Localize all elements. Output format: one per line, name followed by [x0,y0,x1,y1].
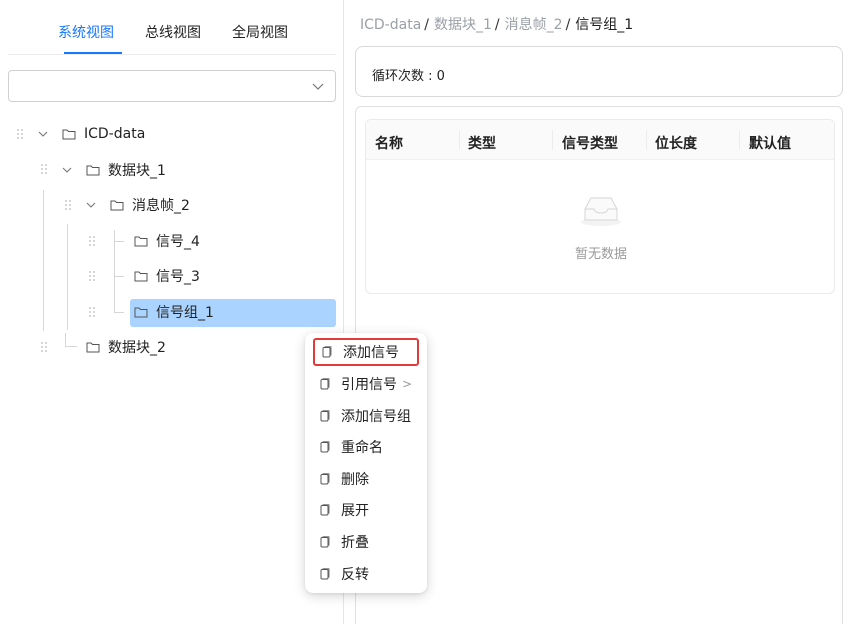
tree-node-message-frame-2[interactable]: 消息帧_2 [110,192,190,218]
folder-icon [86,165,100,176]
breadcrumb: ICD-data / 数据块_1/消息帧_2/信号组_1 [360,14,633,34]
tree-node-label: 信号_3 [156,269,200,285]
drag-handle-icon[interactable] [40,341,48,353]
folder-icon [134,236,148,247]
tree-node-signal-group-1[interactable]: 信号组_1 [134,299,214,325]
tab-system-view[interactable]: 系统视图 [58,22,114,42]
column-divider [739,130,740,150]
tab-bus-view[interactable]: 总线视图 [145,22,201,42]
copy-icon [320,568,330,580]
tree-guide-line [65,346,77,347]
active-tab-indicator [64,52,122,54]
tree-guide-line [65,333,66,346]
menu-item-add-signal[interactable]: 添加信号 [313,338,419,366]
tree-select[interactable] [8,70,336,102]
tree-guide-line [114,312,124,313]
submenu-arrow-icon: > [402,377,413,391]
menu-item-label: 删除 [341,472,369,488]
tree-guide-line [43,190,44,331]
loop-count-label: 循环次数 : 0 [372,69,445,84]
copy-icon [320,441,330,453]
drag-handle-icon[interactable] [88,270,96,282]
folder-icon [86,342,100,353]
chevron-down-icon[interactable] [85,199,97,211]
drag-handle-icon[interactable] [88,235,96,247]
copy-icon [320,504,330,516]
tree-node-signal-3[interactable]: 信号_3 [134,263,200,289]
menu-item-label: 折叠 [341,535,369,551]
copy-icon [320,378,330,390]
context-menu: 添加信号 引用信号 > 添加信号组 重命名 删除 展开 折叠 反转 [305,333,427,593]
copy-icon [322,346,332,358]
copy-icon [320,473,330,485]
table-header: 名称 类型 信号类型 位长度 默认值 [366,120,834,160]
tree-guide-line [114,230,115,312]
tree-node-data-block-1[interactable]: 数据块_1 [86,157,166,183]
tab-global-view[interactable]: 全局视图 [232,22,288,42]
menu-item-label: 引用信号 [341,377,397,393]
tree-node-label: 数据块_2 [108,340,166,356]
breadcrumb-separator: / [565,17,571,33]
drag-handle-icon[interactable] [64,199,72,211]
breadcrumb-item[interactable]: 数据块_1 [434,17,492,33]
menu-item-delete[interactable]: 删除 [313,465,419,493]
tree-node-label: 信号_4 [156,234,200,250]
loop-count-card: 循环次数 : 0 [355,46,843,97]
breadcrumb-separator: / [424,17,429,33]
drag-handle-icon[interactable] [88,306,96,318]
tree-node-label: 消息帧_2 [132,198,190,214]
menu-item-add-signal-group[interactable]: 添加信号组 [313,402,419,430]
chevron-down-icon[interactable] [37,128,49,140]
menu-item-label: 展开 [341,503,369,519]
empty-state-text: 暂无数据 [574,247,627,262]
column-divider [646,130,647,150]
breadcrumb-item[interactable]: 消息帧_2 [505,17,563,33]
tree-guide-line [114,276,124,277]
column-header-default-value: 默认值 [749,136,791,152]
column-divider [552,130,553,150]
tree-guide-line [67,224,68,330]
signal-table: 名称 类型 信号类型 位长度 默认值 暂无数据 [365,119,835,294]
breadcrumb-separator: / [494,17,500,33]
menu-item-rename[interactable]: 重命名 [313,433,419,461]
menu-item-label: 反转 [341,567,369,583]
breadcrumb-current: 信号组_1 [575,17,634,33]
menu-item-reference-signal[interactable]: 引用信号 > [313,370,419,398]
column-header-bit-length: 位长度 [655,136,697,152]
tree-node-data-block-2[interactable]: 数据块_2 [86,334,166,360]
folder-icon [134,307,148,318]
view-tabs: 系统视图 总线视图 全局视图 [8,0,336,55]
column-divider [459,130,460,150]
tree-node-icd-data[interactable]: ICD-data [62,121,145,147]
copy-icon [320,410,330,422]
breadcrumb-item[interactable]: ICD-data [360,17,421,33]
chevron-down-icon [312,83,324,90]
column-header-type: 类型 [468,136,496,152]
drag-handle-icon[interactable] [40,163,48,175]
column-header-signal-type: 信号类型 [562,136,618,152]
menu-item-label: 添加信号 [343,345,399,361]
tree-node-signal-4[interactable]: 信号_4 [134,228,200,254]
folder-icon [62,129,76,140]
tree-node-label: 数据块_1 [108,163,166,179]
column-header-name: 名称 [375,136,403,152]
tree-node-label: 信号组_1 [156,305,214,321]
tree-node-label: ICD-data [84,126,146,142]
menu-item-label: 重命名 [341,440,383,456]
inbox-icon [581,197,621,226]
left-panel: 系统视图 总线视图 全局视图 ICD-data 数据块_1 消息帧_2 信号_4… [0,0,344,624]
menu-item-label: 添加信号组 [341,409,411,425]
folder-icon [134,271,148,282]
menu-item-invert[interactable]: 反转 [313,560,419,588]
menu-item-expand[interactable]: 展开 [313,496,419,524]
tree-guide-line [114,241,124,242]
menu-item-collapse[interactable]: 折叠 [313,528,419,556]
folder-icon [110,200,124,211]
drag-handle-icon[interactable] [16,128,24,140]
copy-icon [320,536,330,548]
signal-table-card: 名称 类型 信号类型 位长度 默认值 暂无数据 [355,106,843,624]
chevron-down-icon[interactable] [61,164,73,176]
